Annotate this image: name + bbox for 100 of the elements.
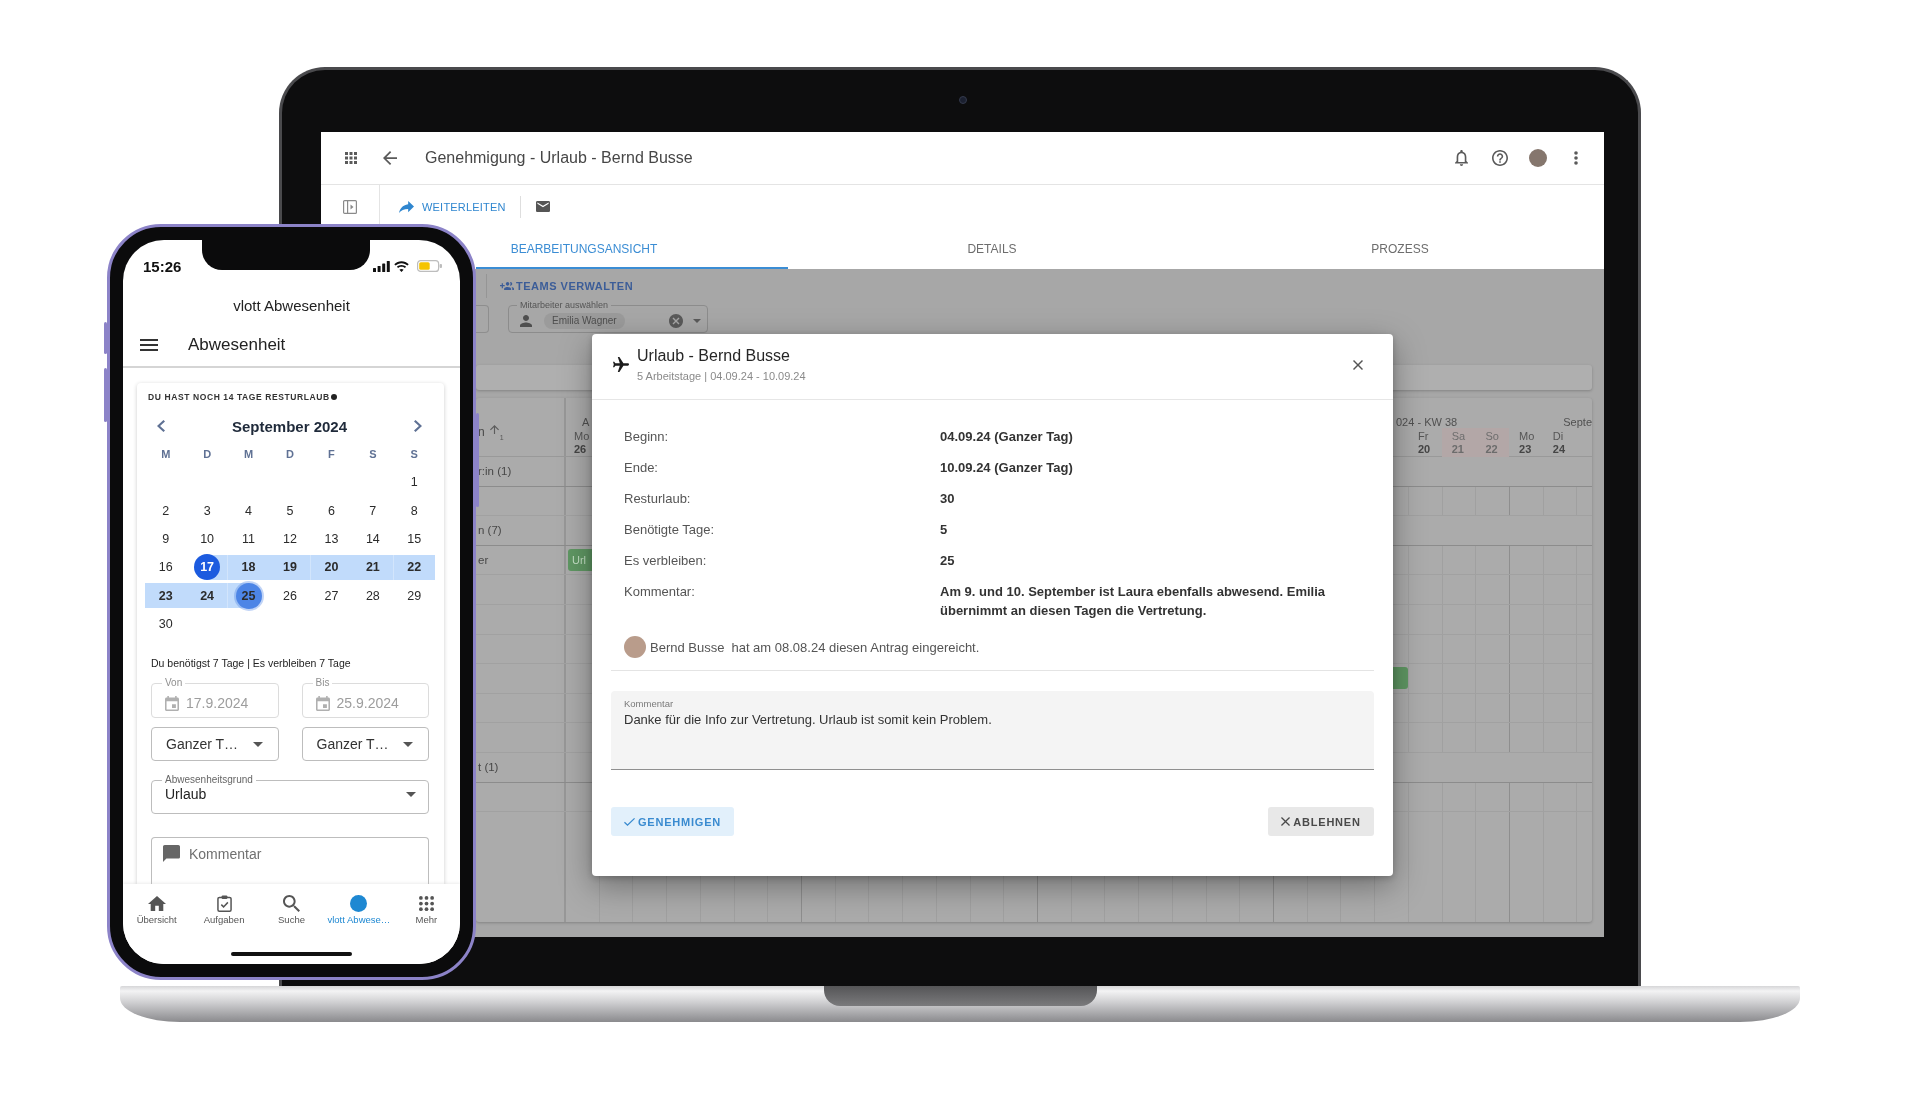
select-field[interactable]: Abwesenheitsgrund Urlaub [151, 774, 429, 815]
detail-value: 10.09.24 (Ganzer Tag) [940, 459, 1074, 477]
dialog-title: Urlaub - Bernd Busse [637, 346, 791, 366]
detail-label: Kommentar: [624, 583, 696, 601]
weekday-label: M [161, 448, 171, 460]
reject-button[interactable]: ABLEHNEN [1268, 807, 1374, 836]
detail-label: Resturlaub: [624, 490, 692, 508]
field-label: Mitarbeiter auswählen [519, 300, 610, 310]
detail-value: 30 [940, 490, 956, 508]
day-header: Sa 21 [1441, 428, 1476, 457]
nav-item[interactable]: Aufgaben [190, 894, 258, 926]
group-label: n (7) [478, 524, 502, 537]
weekday-label: D [203, 448, 212, 460]
select-field[interactable]: Ganzer T… [301, 727, 429, 762]
weekday-label: S [410, 448, 418, 460]
calendar-icon [315, 695, 330, 711]
absence-bar: Url [568, 549, 592, 572]
day-header: So 22 [1475, 428, 1510, 457]
status-time: 15:26 [143, 257, 182, 275]
clear-icon[interactable] [669, 314, 683, 328]
close-icon[interactable] [1353, 359, 1363, 370]
calendar-day[interactable]: 21 [352, 553, 394, 582]
forward-button[interactable]: WEITERLEITEN [399, 200, 506, 213]
back-arrow-icon[interactable] [383, 151, 397, 165]
detail-value: 04.09.24 (Ganzer Tag) [940, 428, 1074, 446]
notification-bell-icon[interactable] [1455, 150, 1468, 166]
dropdown-caret-icon[interactable] [693, 319, 701, 323]
day-header: Di 24 [1551, 429, 1567, 457]
nav-item[interactable]: vlott Abwese… [325, 894, 393, 926]
dropdown-caret-icon [406, 791, 416, 797]
week-label: Septe [1563, 416, 1592, 428]
mail-icon[interactable] [535, 201, 550, 212]
detail-value: 5 [940, 521, 949, 539]
window-title: Genehmigung - Urlaub - Bernd Busse [425, 149, 693, 167]
group-label: r:in (1) [478, 465, 512, 478]
detail-label: Beginn: [624, 428, 670, 446]
field-label: Kommentar [624, 698, 674, 709]
nav-item[interactable]: Übersicht [123, 894, 191, 926]
submitter-avatar [624, 636, 646, 658]
nav-item[interactable]: Mehr [392, 894, 460, 926]
home-icon [147, 895, 166, 911]
comment-field[interactable]: Kommentar [151, 837, 429, 884]
detail-label: Ende: [624, 459, 659, 477]
check-icon [623, 817, 635, 826]
signal-icon [373, 260, 390, 272]
dropdown-caret-icon [252, 741, 263, 747]
day-header: Mo 23 [1518, 429, 1536, 457]
apps-grid-icon [418, 895, 434, 911]
forward-arrow-icon [399, 200, 414, 213]
chevron-right-icon[interactable] [414, 420, 422, 432]
row-label: er [478, 554, 489, 567]
month-title: September 2024 [231, 417, 348, 435]
detail-value: Am 9. und 10. September ist Laura ebenfalls abwesend. Emilia übernimmt an diesen Tagen die Vertretung. [940, 583, 1327, 620]
user-avatar[interactable] [1529, 149, 1547, 167]
circle-icon [350, 894, 368, 912]
nav-item[interactable]: Suche [257, 894, 326, 926]
group-label: t (1) [478, 761, 499, 774]
sort-arrow-icon[interactable] [489, 425, 499, 434]
tab[interactable]: PROZESS [1196, 228, 1604, 269]
chevron-left-icon[interactable] [157, 420, 165, 432]
requirement-note: Du benötigst 7 Tage | Es verbleiben 7 Tage [150, 656, 351, 671]
calendar-icon [165, 695, 179, 711]
detail-value: 25 [940, 552, 956, 570]
comment-icon [163, 845, 180, 863]
day-header: Fr 20 [1417, 429, 1432, 457]
sidebar-toggle-icon[interactable] [343, 199, 357, 214]
day-header: Mo 26 [573, 429, 591, 457]
calendar-day[interactable]: 19 [269, 553, 311, 582]
dropdown-caret-icon [403, 741, 413, 747]
clipboard-check-icon [216, 894, 232, 912]
airplane-icon [613, 357, 629, 372]
more-menu-icon[interactable] [1574, 151, 1578, 165]
dot-icon [330, 394, 337, 400]
column-header[interactable]: n [478, 425, 485, 439]
week-label: A [582, 416, 590, 428]
weekday-label: S [369, 448, 377, 460]
calendar-day[interactable]: 22 [393, 553, 435, 582]
calendar-day[interactable]: 18 [227, 553, 270, 582]
battery-icon [417, 260, 442, 272]
weekday-label: D [286, 448, 294, 460]
field-label: Von [164, 677, 184, 690]
menu-icon[interactable] [140, 339, 158, 351]
wifi-icon [394, 260, 409, 272]
calendar-day[interactable]: 20 [310, 553, 353, 582]
weekday-label: F [328, 448, 335, 460]
app-title: vlott Abwesenheit [233, 296, 350, 314]
submitter-name: Bernd Busse [650, 639, 725, 655]
help-icon[interactable] [1492, 150, 1508, 166]
calendar-day[interactable]: 24 [186, 581, 228, 610]
field-label: Bis [314, 677, 331, 690]
comment-field[interactable]: Kommentar Danke für die Info zur Vertretung. Urlaub ist somit kein Problem. [611, 691, 1374, 770]
detail-label: Es verbleiben: [624, 552, 708, 570]
dialog-subtitle: 5 Arbeitstage | 04.09.24 - 10.09.24 [637, 369, 806, 383]
calendar-day[interactable]: 23 [145, 581, 187, 610]
select-field[interactable]: Ganzer T… [151, 727, 279, 762]
absence-bar [1393, 667, 1408, 690]
tab[interactable]: DETAILS [788, 228, 1196, 269]
field-label: Abwesenheitsgrund [164, 774, 254, 787]
page-title: Abwesenheit [188, 335, 286, 355]
apps-grid-icon[interactable] [345, 152, 357, 164]
